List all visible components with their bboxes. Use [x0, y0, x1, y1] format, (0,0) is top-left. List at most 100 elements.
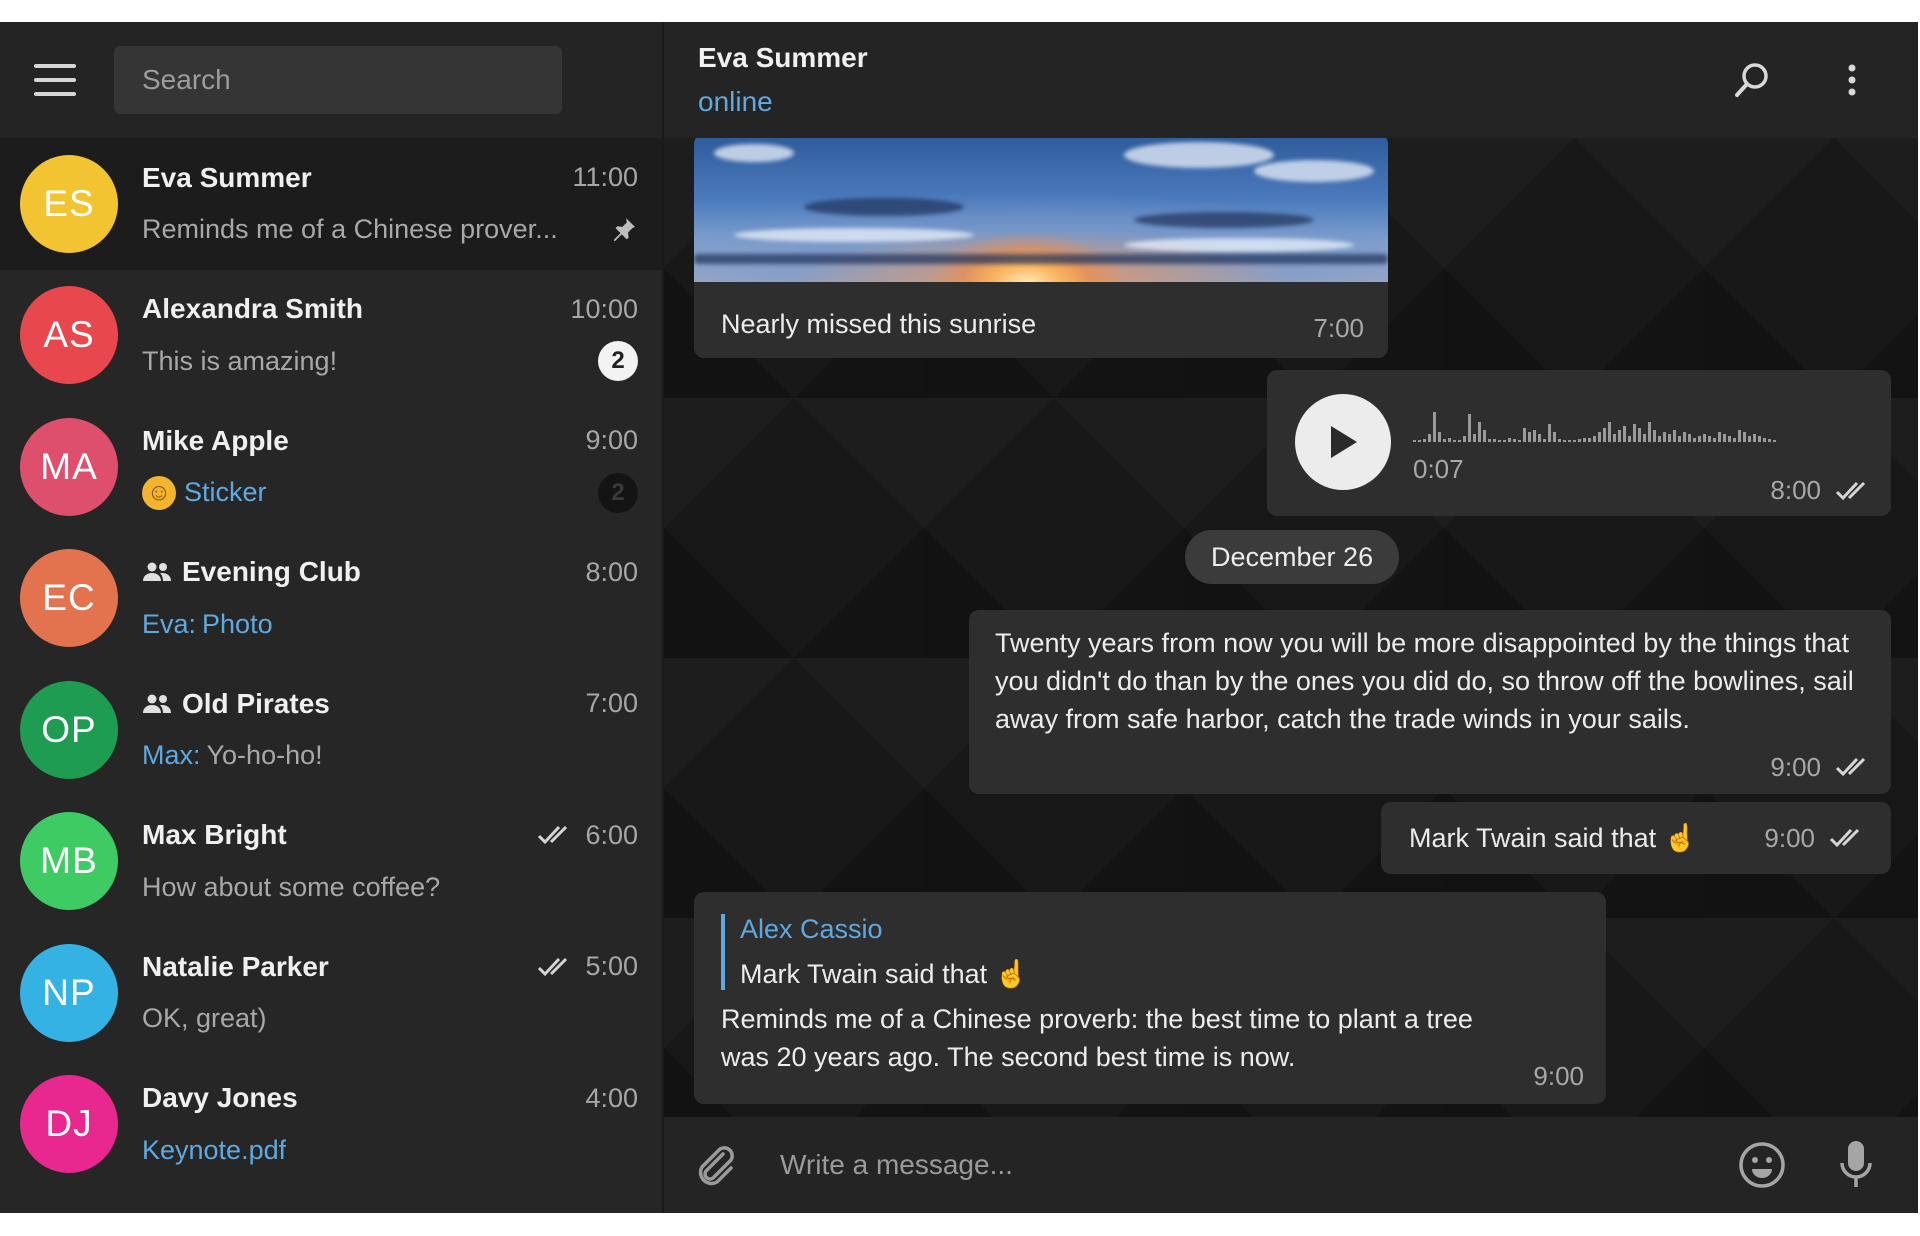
- chat-name: Eva Summer: [142, 161, 312, 193]
- waveform-bar: [1503, 440, 1506, 442]
- search-box[interactable]: [114, 46, 562, 114]
- waveform-bar: [1728, 436, 1731, 442]
- text-message[interactable]: Twenty years from now you will be more d…: [969, 610, 1891, 794]
- waveform-bar: [1468, 414, 1471, 442]
- chat-name-text: Old Pirates: [182, 687, 330, 719]
- voice-waveform[interactable]: [1413, 398, 1843, 442]
- waveform-bar: [1573, 440, 1576, 442]
- waveform-bar: [1588, 438, 1591, 442]
- waveform-bar: [1553, 432, 1556, 442]
- waveform-bar: [1613, 434, 1616, 442]
- sidebar: ES Eva Summer 11:00 Reminds me of a Chin…: [0, 22, 664, 1213]
- waveform-bar: [1448, 438, 1451, 442]
- photo-message[interactable]: Nearly missed this sunrise 7:00: [694, 138, 1388, 358]
- waveform-bar: [1758, 436, 1761, 442]
- chat-time: 4:00: [585, 1082, 638, 1113]
- chat-preview: Eva: Photo: [142, 609, 273, 640]
- waveform-bar: [1628, 436, 1631, 442]
- chat-item-mike-apple[interactable]: MA Mike Apple 9:00 ☺ Sticker 2: [0, 401, 662, 533]
- avatar: EC: [20, 549, 118, 648]
- message-input[interactable]: [780, 1149, 1734, 1181]
- double-check-icon: [1835, 756, 1873, 778]
- reply-message[interactable]: Alex Cassio Mark Twain said that ☝️ Remi…: [694, 892, 1606, 1104]
- sidebar-header: [0, 22, 662, 138]
- chat-item-alexandra-smith[interactable]: AS Alexandra Smith 10:00 This is amazing…: [0, 270, 662, 402]
- message-history[interactable]: Nearly missed this sunrise 7:00 0:07 8:0…: [664, 138, 1918, 1117]
- more-options-icon[interactable]: [1822, 50, 1882, 110]
- waveform-bar: [1413, 440, 1416, 442]
- waveform-bar: [1518, 440, 1521, 442]
- chat-item-davy-jones[interactable]: DJ Davy Jones 4:00 Keynote.pdf: [0, 1059, 662, 1191]
- waveform-bar: [1623, 426, 1626, 442]
- emoji-icon[interactable]: [1734, 1137, 1790, 1193]
- chat-item-max-bright[interactable]: MB Max Bright 6:00 How about some coffee…: [0, 796, 662, 928]
- waveform-bar: [1428, 434, 1431, 442]
- waveform-bar: [1763, 438, 1766, 442]
- message-time: 9:00: [1533, 1061, 1584, 1091]
- chat-header: Eva Summer online: [664, 22, 1918, 138]
- chat-preview: ☺ Sticker: [142, 475, 267, 510]
- chat-time-with-status: 5:00: [537, 951, 638, 982]
- waveform-bar: [1603, 428, 1606, 442]
- waveform-bar: [1583, 438, 1586, 442]
- waveform-bar: [1528, 432, 1531, 442]
- search-icon[interactable]: [1722, 50, 1782, 110]
- waveform-bar: [1668, 434, 1671, 442]
- reply-quote[interactable]: Alex Cassio Mark Twain said that ☝️: [721, 914, 1580, 990]
- date-separator: December 26: [1185, 530, 1400, 584]
- waveform-bar: [1558, 439, 1561, 442]
- text-message[interactable]: Mark Twain said that ☝️ 9:00: [1381, 802, 1891, 874]
- message-text: Twenty years from now you will be more d…: [995, 628, 1854, 734]
- waveform-bar: [1498, 440, 1501, 442]
- waveform-bar: [1638, 428, 1641, 442]
- waveform-bar: [1608, 422, 1611, 442]
- hamburger-menu-icon[interactable]: [34, 64, 76, 96]
- waveform-bar: [1718, 432, 1721, 442]
- unread-badge: 2: [598, 341, 638, 382]
- message-time-status: 9:00: [1764, 823, 1867, 854]
- avatar: OP: [20, 680, 118, 779]
- chat-item-eva-summer[interactable]: ES Eva Summer 11:00 Reminds me of a Chin…: [0, 138, 662, 270]
- sunrise-photo[interactable]: [694, 138, 1388, 282]
- avatar: DJ: [20, 1075, 118, 1174]
- waveform-bar: [1523, 428, 1526, 442]
- waveform-bar: [1648, 422, 1651, 442]
- waveform-bar: [1703, 434, 1706, 442]
- waveform-bar: [1618, 430, 1621, 442]
- attach-icon[interactable]: [688, 1137, 744, 1193]
- chat-time-with-status: 6:00: [537, 820, 638, 851]
- chat-item-natalie-parker[interactable]: NP Natalie Parker 5:00 OK, great): [0, 927, 662, 1059]
- group-icon: [142, 561, 172, 583]
- chat-preview: Max: Yo-ho-ho!: [142, 740, 323, 771]
- chat-preview: Keynote.pdf: [142, 1134, 287, 1165]
- peer-info[interactable]: Eva Summer online: [698, 42, 1682, 118]
- waveform-bar: [1533, 430, 1536, 442]
- waveform-bar: [1663, 432, 1666, 442]
- chat-item-evening-club[interactable]: EC Evening Club 8:00 Eva: Photo: [0, 533, 662, 665]
- app-window: ES Eva Summer 11:00 Reminds me of a Chin…: [0, 22, 1918, 1213]
- waveform-bar: [1768, 439, 1771, 442]
- chat-name-text: Evening Club: [182, 556, 361, 588]
- waveform-bar: [1423, 439, 1426, 442]
- search-input[interactable]: [142, 64, 562, 96]
- waveform-bar: [1433, 412, 1436, 442]
- chat-preview: OK, great): [142, 1003, 267, 1034]
- double-check-icon: [1829, 827, 1867, 849]
- microphone-icon[interactable]: [1828, 1137, 1884, 1193]
- waveform-bar: [1508, 438, 1511, 442]
- waveform-bar: [1438, 432, 1441, 442]
- time-text: 9:00: [1764, 822, 1815, 853]
- chat-preview: How about some coffee?: [142, 871, 441, 902]
- chat-name: Old Pirates: [142, 688, 330, 720]
- waveform-bar: [1738, 430, 1741, 442]
- waveform-bar: [1513, 439, 1516, 442]
- waveform-bar: [1493, 439, 1496, 442]
- preview-text: Photo: [202, 608, 273, 639]
- waveform-bar: [1673, 430, 1676, 442]
- chat-item-old-pirates[interactable]: OP Old Pirates 7:00 Max: Yo-ho-ho!: [0, 664, 662, 796]
- play-button[interactable]: [1295, 394, 1391, 490]
- chat-preview: Reminds me of a Chinese prover...: [142, 214, 558, 245]
- reply-author: Alex Cassio: [740, 914, 883, 944]
- double-check-icon: [537, 824, 575, 846]
- waveform-bar: [1548, 424, 1551, 442]
